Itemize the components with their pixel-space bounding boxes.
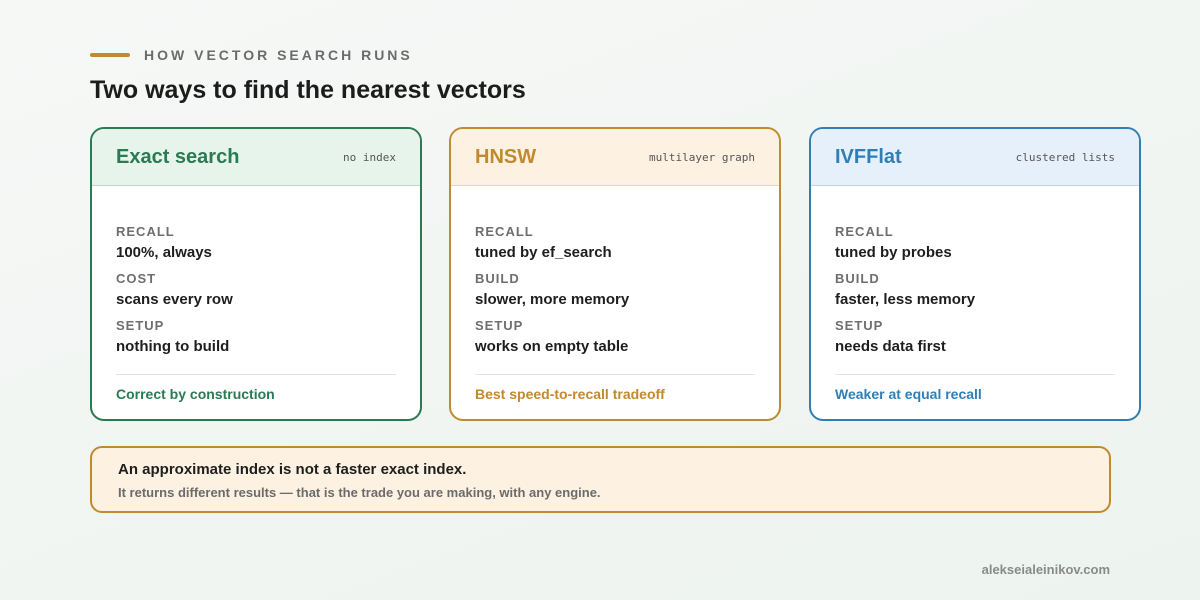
card-tag: clustered lists: [1015, 150, 1115, 164]
card-row: RECALL tuned by probes: [835, 224, 1115, 263]
card-body: RECALL tuned by ef_search BUILD slower, …: [451, 186, 779, 357]
row-label: COST: [116, 271, 157, 286]
row-value: 100%, always: [116, 244, 212, 261]
row-label: RECALL: [116, 224, 175, 239]
row-value: scans every row: [116, 291, 233, 308]
row-value: tuned by probes: [835, 244, 952, 261]
card-ivfflat: IVFFlat clustered lists RECALL tuned by …: [809, 127, 1141, 421]
card-row: RECALL tuned by ef_search: [475, 224, 755, 263]
card-header: HNSW multilayer graph: [451, 129, 779, 186]
row-label: SETUP: [475, 318, 524, 333]
card-row: BUILD faster, less memory: [835, 271, 1115, 310]
row-value: slower, more memory: [475, 291, 630, 308]
card-row: COST scans every row: [116, 271, 396, 310]
card-header: IVFFlat clustered lists: [811, 129, 1139, 186]
row-value: needs data first: [835, 338, 946, 355]
eyebrow-accent-bar: [90, 53, 130, 57]
row-value: faster, less memory: [835, 291, 976, 308]
site-credit: alekseialeinikov.com: [981, 562, 1110, 577]
card-tag: multilayer graph: [649, 150, 755, 164]
card-row: SETUP needs data first: [835, 318, 1115, 357]
card-row: SETUP nothing to build: [116, 318, 396, 357]
eyebrow: HOW VECTOR SEARCH RUNS: [90, 47, 413, 63]
row-value: tuned by ef_search: [475, 244, 612, 261]
card-header: Exact search no index: [92, 129, 420, 186]
card-title: IVFFlat: [835, 145, 902, 168]
card-exact-search: Exact search no index RECALL 100%, alway…: [90, 127, 422, 421]
card-row: SETUP works on empty table: [475, 318, 755, 357]
note-title: An approximate index is not a faster exa…: [118, 461, 467, 478]
note-subtitle: It returns different results — that is t…: [118, 485, 601, 500]
card-footer: Best speed-to-recall tradeoff: [475, 374, 755, 402]
card-row: BUILD slower, more memory: [475, 271, 755, 310]
row-label: BUILD: [835, 271, 880, 286]
note-banner: An approximate index is not a faster exa…: [90, 446, 1111, 513]
card-title: Exact search: [116, 145, 240, 168]
card-body: RECALL 100%, always COST scans every row…: [92, 186, 420, 357]
row-label: SETUP: [116, 318, 165, 333]
card-footer: Weaker at equal recall: [835, 374, 1115, 402]
card-tag: no index: [343, 150, 396, 164]
card-body: RECALL tuned by probes BUILD faster, les…: [811, 186, 1139, 357]
row-label: BUILD: [475, 271, 520, 286]
card-footer: Correct by construction: [116, 374, 396, 402]
row-label: RECALL: [835, 224, 894, 239]
row-label: RECALL: [475, 224, 534, 239]
eyebrow-text: HOW VECTOR SEARCH RUNS: [144, 47, 413, 63]
row-label: SETUP: [835, 318, 884, 333]
card-hnsw: HNSW multilayer graph RECALL tuned by ef…: [449, 127, 781, 421]
row-value: works on empty table: [475, 338, 629, 355]
row-value: nothing to build: [116, 338, 230, 355]
page-title: Two ways to find the nearest vectors: [90, 76, 526, 104]
card-row: RECALL 100%, always: [116, 224, 396, 263]
card-title: HNSW: [475, 145, 537, 168]
